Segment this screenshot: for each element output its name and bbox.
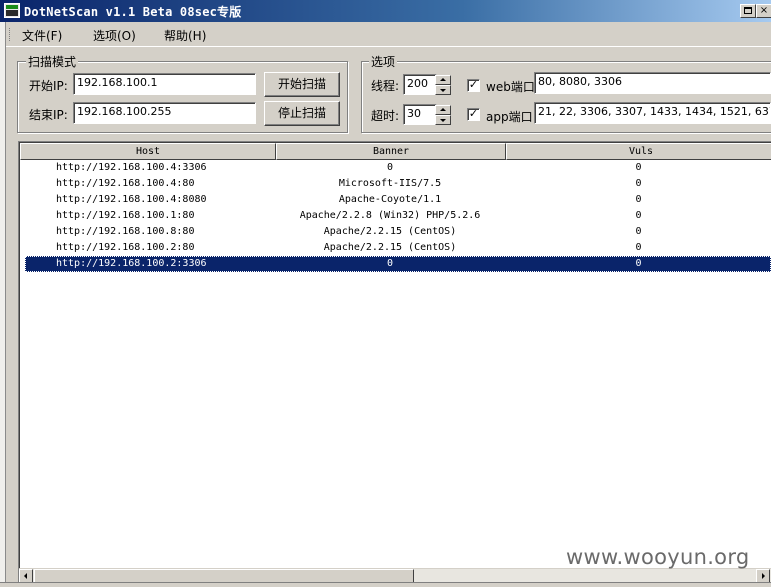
vuls-cell: 0 — [635, 242, 642, 253]
app-window: DotNetScan v1.1 Beta 08sec专版 × 文件(F) 选项(… — [0, 0, 771, 587]
table-row[interactable]: http://192.168.100.2:80 Apache/2.2.15 (C… — [25, 240, 771, 256]
app-ports-field[interactable]: 21, 22, 3306, 3307, 1433, 1434, 1521, 63… — [534, 102, 771, 124]
host-cell: http://192.168.100.2:80 — [56, 242, 195, 253]
column-banner[interactable]: Banner — [276, 143, 506, 160]
table-row-selected[interactable]: http://192.168.100.2:3306 0 0 — [25, 256, 771, 272]
app-ports-label: app端口: — [486, 110, 537, 124]
menu-help[interactable]: 帮助(H) — [164, 27, 206, 44]
table-row[interactable]: http://192.168.100.4:80 Microsoft-IIS/7.… — [25, 176, 771, 192]
host-cell: http://192.168.100.1:80 — [56, 210, 195, 221]
close-icon: × — [759, 5, 769, 16]
vuls-cell: 0 — [635, 258, 642, 269]
spin-up-icon[interactable] — [435, 75, 451, 85]
host-cell: http://192.168.100.4:8080 — [56, 194, 207, 205]
menu-file[interactable]: 文件(F) — [22, 27, 62, 44]
title-bar[interactable]: DotNetScan v1.1 Beta 08sec专版 × — [0, 0, 771, 22]
table-row[interactable]: http://192.168.100.4:8080 Apache-Coyote/… — [25, 192, 771, 208]
banner-cell: Apache/2.2.15 (CentOS) — [323, 226, 457, 237]
table-row[interactable]: http://192.168.100.1:80 Apache/2.2.8 (Wi… — [25, 208, 771, 224]
start-scan-button[interactable]: 开始扫描 — [264, 72, 340, 97]
end-ip-field[interactable]: 192.168.100.255 — [73, 102, 256, 124]
options-legend: 选项 — [369, 53, 398, 70]
watermark-text: www.wooyun.org — [566, 545, 750, 569]
vuls-cell: 0 — [635, 178, 642, 189]
app-icon[interactable] — [4, 3, 20, 18]
stop-scan-button[interactable]: 停止扫描 — [264, 101, 340, 126]
left-edge-strip — [0, 0, 6, 587]
web-ports-field[interactable]: 80, 8080, 3306 — [534, 72, 771, 94]
web-ports-checkbox[interactable]: ✓ — [467, 79, 480, 92]
banner-cell: 0 — [386, 258, 394, 269]
banner-cell: Apache-Coyote/1.1 — [338, 194, 442, 205]
column-host[interactable]: Host — [20, 143, 276, 160]
banner-cell: Apache/2.2.15 (CentOS) — [323, 242, 457, 253]
scan-mode-legend: 扫描模式 — [26, 53, 79, 70]
app-ports-checkbox[interactable]: ✓ — [467, 108, 480, 121]
results-list[interactable]: Host Banner Vuls http://192.168.100.4:33… — [18, 141, 771, 582]
vuls-cell: 0 — [635, 210, 642, 221]
vuls-cell: 0 — [635, 162, 642, 173]
web-ports-label: web端口: — [486, 80, 539, 94]
spin-down-icon[interactable] — [435, 85, 451, 95]
scroll-right-icon[interactable] — [756, 569, 770, 583]
timeout-spinner[interactable] — [435, 105, 451, 125]
table-row[interactable]: http://192.168.100.8:80 Apache/2.2.15 (C… — [25, 224, 771, 240]
close-button[interactable]: × — [756, 4, 771, 18]
vuls-cell: 0 — [635, 194, 642, 205]
host-cell: http://192.168.100.4:80 — [56, 178, 195, 189]
status-strip — [0, 582, 771, 587]
threads-field[interactable]: 200 — [403, 74, 437, 95]
menu-bar: 文件(F) 选项(O) 帮助(H) — [6, 23, 771, 47]
timeout-field[interactable]: 30 — [403, 104, 437, 125]
table-row[interactable]: http://192.168.100.4:3306 0 0 — [25, 160, 771, 176]
banner-cell: Microsoft-IIS/7.5 — [338, 178, 442, 189]
scroll-left-icon[interactable] — [19, 569, 33, 583]
maximize-button[interactable] — [740, 4, 756, 18]
vuls-cell: 0 — [635, 226, 642, 237]
banner-cell: 0 — [386, 162, 394, 173]
maximize-icon — [744, 7, 752, 14]
host-cell: http://192.168.100.4:3306 — [56, 162, 207, 173]
horizontal-scrollbar[interactable] — [19, 568, 771, 583]
host-cell: http://192.168.100.8:80 — [56, 226, 195, 237]
spin-down-icon[interactable] — [435, 115, 451, 125]
menu-grip — [9, 28, 11, 41]
host-cell: http://192.168.100.2:3306 — [56, 258, 207, 269]
end-ip-label: 结束IP: — [29, 108, 68, 122]
window-title: DotNetScan v1.1 Beta 08sec专版 — [24, 5, 242, 19]
column-vuls[interactable]: Vuls — [506, 143, 771, 160]
start-ip-field[interactable]: 192.168.100.1 — [73, 73, 256, 95]
timeout-label: 超时: — [371, 109, 400, 123]
threads-spinner[interactable] — [435, 75, 451, 95]
scrollbar-thumb[interactable] — [34, 569, 414, 583]
banner-cell: Apache/2.2.8 (Win32) PHP/5.2.6 — [299, 210, 481, 221]
start-ip-label: 开始IP: — [29, 79, 68, 93]
spin-up-icon[interactable] — [435, 105, 451, 115]
threads-label: 线程: — [371, 79, 400, 93]
menu-options[interactable]: 选项(O) — [93, 27, 136, 44]
